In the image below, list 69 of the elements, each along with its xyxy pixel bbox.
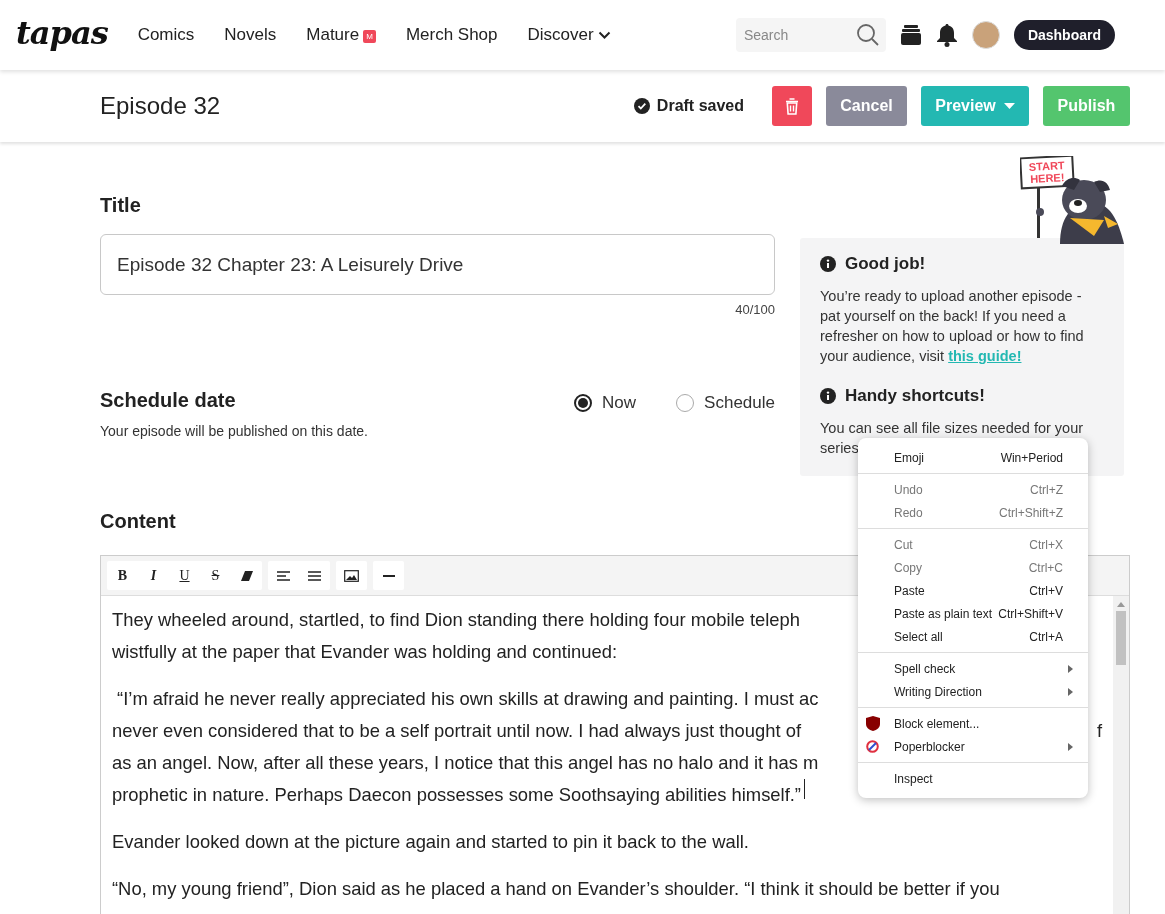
editor-text-line: prophetic in nature. Perhaps Daecon possesses some Soothsaying abilities himself.” [112, 783, 801, 807]
italic-button[interactable]: I [138, 561, 169, 590]
menu-item[interactable]: Poperblocker [858, 735, 1088, 758]
submenu-arrow-icon [1068, 664, 1073, 673]
shield-icon [866, 716, 880, 731]
title-input[interactable]: Episode 32 Chapter 23: A Leisurely Drive [100, 234, 775, 295]
bell-icon[interactable] [935, 23, 958, 47]
nav-link[interactable]: Comics [137, 25, 195, 45]
trash-icon [785, 97, 799, 115]
submenu-arrow-icon [1068, 742, 1073, 751]
mature-badge: M [363, 29, 376, 43]
justify-icon [308, 570, 321, 581]
blocked-icon [866, 740, 879, 753]
radio-option[interactable]: Now [574, 393, 637, 413]
field-label: Content [100, 510, 176, 533]
search-field[interactable]: Search [735, 18, 886, 52]
menu-item[interactable]: Block element... [858, 712, 1088, 735]
field-hint: Your episode will be published on this date. [100, 423, 368, 439]
field-label: Title [100, 194, 142, 217]
nav-link[interactable]: Merch Shop [405, 25, 498, 45]
nav-link[interactable]: Novels [224, 25, 277, 45]
menu-item[interactable]: Spell check [858, 657, 1088, 680]
info-icon [820, 388, 836, 404]
menu-item[interactable]: Inspect [858, 767, 1088, 790]
editor-text-line: f [1096, 719, 1102, 743]
mascot-drawing: START HERE! [1020, 156, 1124, 244]
episode-title: Episode 32 [100, 92, 221, 120]
search-icon[interactable] [855, 23, 880, 47]
bold-button[interactable]: B [107, 561, 138, 590]
radio-button[interactable] [574, 394, 593, 412]
logo[interactable]: tapas [16, 14, 108, 52]
nav-link[interactable]: Discover [527, 25, 611, 45]
scrollbar-thumb[interactable] [1116, 611, 1126, 665]
nav-link[interactable]: Mature M [306, 25, 376, 45]
editor-text-line: “No, my young friend”, Dion said as he placed a hand on Evander’s shoulder. “I think it should be better if you [112, 877, 1000, 901]
tip-heading: Handy shortcuts! [845, 386, 985, 406]
menu-item[interactable]: Emoji Win+Period [858, 446, 1088, 469]
delete-button[interactable] [772, 86, 812, 126]
dashboard-button[interactable]: Dashboard [1013, 20, 1115, 50]
image-icon [344, 569, 359, 582]
underline-button[interactable]: U [169, 561, 200, 590]
strike-button[interactable]: S [200, 561, 231, 590]
radio-option[interactable]: Schedule [676, 393, 775, 413]
editor-text-line: They wheeled around, startled, to find Dion standing there holding four mobile teleph [112, 608, 801, 632]
editor-text-line: Evander looked down at the picture again and started to pin it back to the wall. [112, 830, 749, 854]
caret-icon [1003, 103, 1015, 109]
scrollbar[interactable] [1113, 596, 1129, 914]
eraser-icon [240, 570, 253, 581]
editor-text-line: “I’m afraid he never really appreciated his own skills at drawing and painting. I must ac [116, 687, 819, 711]
submenu-arrow-icon [1068, 687, 1073, 696]
align-left-icon [277, 570, 290, 581]
draft-status: Draft saved [656, 97, 744, 115]
character-counter: 40/100 [734, 302, 775, 317]
field-label: Schedule date [100, 389, 237, 412]
editor-text-line: never even considered that to be a self portrait until now. I had always just thought of [112, 719, 802, 743]
menu-item[interactable]: Writing Direction [858, 680, 1088, 703]
tip-heading: Good job! [845, 254, 926, 274]
menu-item[interactable]: Paste Ctrl+V [858, 579, 1088, 602]
menu-item[interactable]: Select all Ctrl+A [858, 625, 1088, 648]
tip-text: You’re ready to upload another episode - pat yourself on the back! If you need a refresher on how to upload or how to find your audience, visit this guide! [820, 287, 1085, 366]
editor-text-line: wistfully at the paper that Evander was holding and continued: [112, 640, 618, 664]
tip-text: series [820, 439, 859, 458]
menu-item[interactable]: Paste as plain text Ctrl+Shift+V [858, 602, 1088, 625]
editor-text-line: as an angel. Now, after all these years, I notice that this angel has no halo and it has m [112, 751, 819, 775]
horizontal-rule-icon [382, 574, 395, 577]
info-icon [820, 256, 836, 272]
tip-text: You can see all file sizes needed for your [820, 419, 1084, 438]
check-circle-icon [633, 98, 650, 114]
library-icon[interactable] [899, 24, 922, 46]
